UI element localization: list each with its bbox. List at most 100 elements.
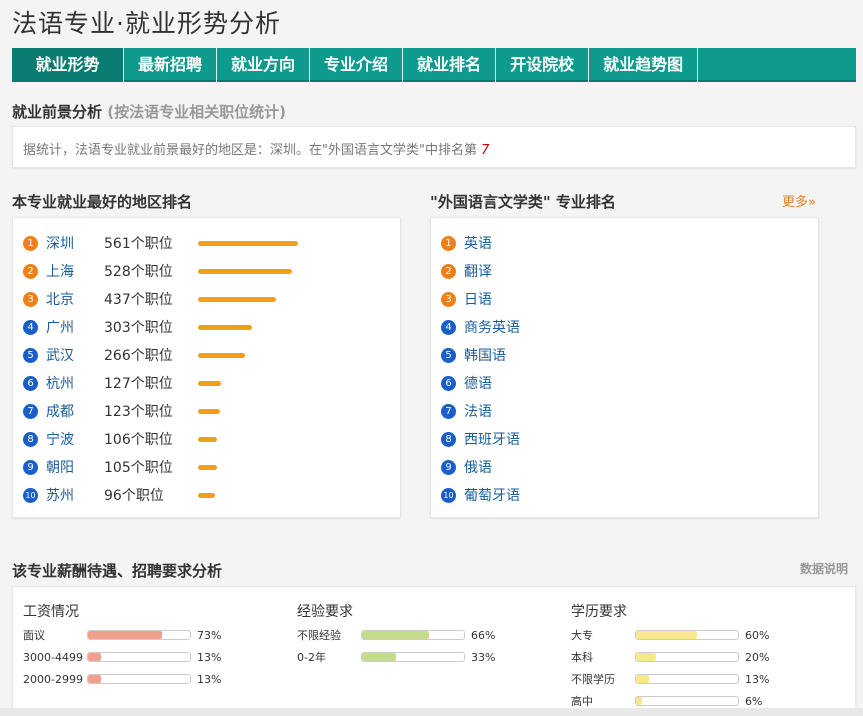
region-city-link[interactable]: 朝阳 — [38, 457, 104, 477]
region-city-link[interactable]: 广州 — [38, 317, 104, 337]
major-link[interactable]: 俄语 — [456, 457, 492, 477]
rank-badge: 2 — [441, 263, 456, 279]
stat-bar-track — [635, 652, 739, 662]
major-row: 3 日语 — [441, 288, 492, 310]
stat-percent: 13% — [197, 650, 222, 664]
stat-row: 面议 73% — [23, 628, 222, 643]
stat-bar-fill — [636, 631, 698, 639]
major-row: 4 商务英语 — [441, 316, 520, 338]
major-link[interactable]: 西班牙语 — [456, 429, 520, 449]
data-note-link[interactable]: 数据说明 — [800, 560, 848, 577]
region-bar — [198, 408, 220, 414]
region-bar — [198, 380, 221, 386]
region-row: 9 朝阳 105个职位 — [23, 456, 217, 478]
stat-column-title: 经验要求 — [297, 604, 353, 620]
stat-percent: 60% — [745, 628, 770, 642]
stat-bar-track — [635, 674, 739, 684]
tab-latest-jobs[interactable]: 最新招聘 — [124, 48, 218, 82]
region-city-link[interactable]: 上海 — [38, 261, 104, 281]
stat-percent: 73% — [197, 628, 222, 642]
rank-badge: 3 — [441, 291, 456, 307]
stat-row: 高中 6% — [571, 694, 762, 709]
stat-label: 2000-2999 — [23, 672, 83, 686]
rank-badge: 4 — [23, 319, 38, 335]
stat-percent: 20% — [745, 650, 770, 664]
region-city-link[interactable]: 武汉 — [38, 345, 104, 365]
page-title: 法语专业·就业形势分析 — [12, 9, 281, 38]
tab-colleges[interactable]: 开设院校 — [496, 48, 590, 82]
stat-row: 不限学历 13% — [571, 672, 770, 687]
stat-bar-fill — [362, 631, 430, 639]
region-city-link[interactable]: 宁波 — [38, 429, 104, 449]
rank-badge: 1 — [23, 235, 38, 251]
region-job-count: 106个职位 — [104, 432, 173, 448]
region-job-count: 127个职位 — [104, 376, 173, 392]
major-row: 10 葡萄牙语 — [441, 484, 520, 506]
salary-card: 工资情况面议 73% 3000-4499 13% 2000-2999 13% 经验要求不限经… — [12, 586, 856, 716]
major-link[interactable]: 德语 — [456, 373, 492, 393]
region-job-count: 123个职位 — [104, 404, 173, 420]
region-bar — [198, 296, 276, 302]
stat-bar-fill — [636, 697, 643, 705]
regions-card: 1 深圳 561个职位 2 上海 528个职位 3 北京 437个职位 4 广州 303个职位 5 武汉 2… — [12, 217, 401, 518]
major-link[interactable]: 英语 — [456, 233, 492, 253]
more-link[interactable]: 更多» — [782, 191, 816, 210]
stat-percent: 13% — [197, 672, 222, 686]
tab-employment-situation[interactable]: 就业形势 — [12, 48, 124, 82]
region-row: 10 苏州 96个职位 — [23, 484, 215, 506]
stat-label: 大专 — [571, 629, 593, 642]
major-row: 7 法语 — [441, 400, 492, 422]
prospect-sentence: 据统计，法语专业就业前景最好的地区是：深圳。在"外国语言文学类"中排名第 — [23, 143, 477, 158]
region-job-count: 303个职位 — [104, 320, 173, 336]
rank-badge: 7 — [23, 403, 38, 419]
major-link[interactable]: 日语 — [456, 289, 492, 309]
major-link[interactable]: 法语 — [456, 401, 492, 421]
region-job-count: 105个职位 — [104, 460, 173, 476]
region-city-link[interactable]: 苏州 — [38, 485, 104, 505]
region-row: 5 武汉 266个职位 — [23, 344, 245, 366]
stat-bar-track — [361, 630, 465, 640]
major-row: 9 俄语 — [441, 456, 492, 478]
rank-badge: 8 — [441, 431, 456, 447]
stat-row: 不限经验 66% — [297, 628, 495, 643]
stat-label: 高中 — [571, 695, 593, 708]
stat-bar-fill — [636, 675, 650, 683]
region-bar — [198, 464, 217, 470]
tab-career-direction[interactable]: 就业方向 — [217, 48, 311, 82]
stat-label: 本科 — [571, 651, 593, 664]
region-row: 1 深圳 561个职位 — [23, 232, 298, 254]
region-city-link[interactable]: 成都 — [38, 401, 104, 421]
stat-bar-track — [87, 630, 191, 640]
stat-column-title: 工资情况 — [23, 604, 79, 620]
stat-label: 3000-4499 — [23, 650, 83, 664]
rank-badge: 4 — [441, 319, 456, 335]
region-city-link[interactable]: 深圳 — [38, 233, 104, 253]
region-bar — [198, 240, 298, 246]
prospect-title: 就业前景分析 — [12, 103, 103, 121]
major-link[interactable]: 韩国语 — [456, 345, 506, 365]
major-row: 1 英语 — [441, 232, 492, 254]
rank-badge: 7 — [441, 403, 456, 419]
region-bar — [198, 268, 292, 274]
region-city-link[interactable]: 北京 — [38, 289, 104, 309]
tab-employment-ranking[interactable]: 就业排名 — [403, 48, 497, 82]
tab-major-intro[interactable]: 专业介绍 — [310, 48, 404, 82]
region-row: 3 北京 437个职位 — [23, 288, 276, 310]
prospect-heading: 就业前景分析 (按法语专业相关职位统计) — [12, 101, 286, 122]
stat-bar-track — [361, 652, 465, 662]
stat-bar-track — [87, 674, 191, 684]
stat-percent: 13% — [745, 672, 770, 686]
salary-title: 该专业薪酬待遇、招聘要求分析 — [12, 562, 223, 580]
stat-bar-fill — [88, 675, 102, 683]
major-link[interactable]: 葡萄牙语 — [456, 485, 520, 505]
stat-label: 0-2年 — [297, 651, 326, 664]
major-link[interactable]: 翻译 — [456, 261, 492, 281]
stat-bar-fill — [88, 631, 163, 639]
major-row: 6 德语 — [441, 372, 492, 394]
stat-bar-fill — [88, 653, 102, 661]
major-link[interactable]: 商务英语 — [456, 317, 520, 337]
rank-badge: 3 — [23, 291, 38, 307]
tab-trend-chart[interactable]: 就业趋势图 — [589, 48, 699, 82]
page-bottom-divider — [0, 708, 863, 716]
region-city-link[interactable]: 杭州 — [38, 373, 104, 393]
